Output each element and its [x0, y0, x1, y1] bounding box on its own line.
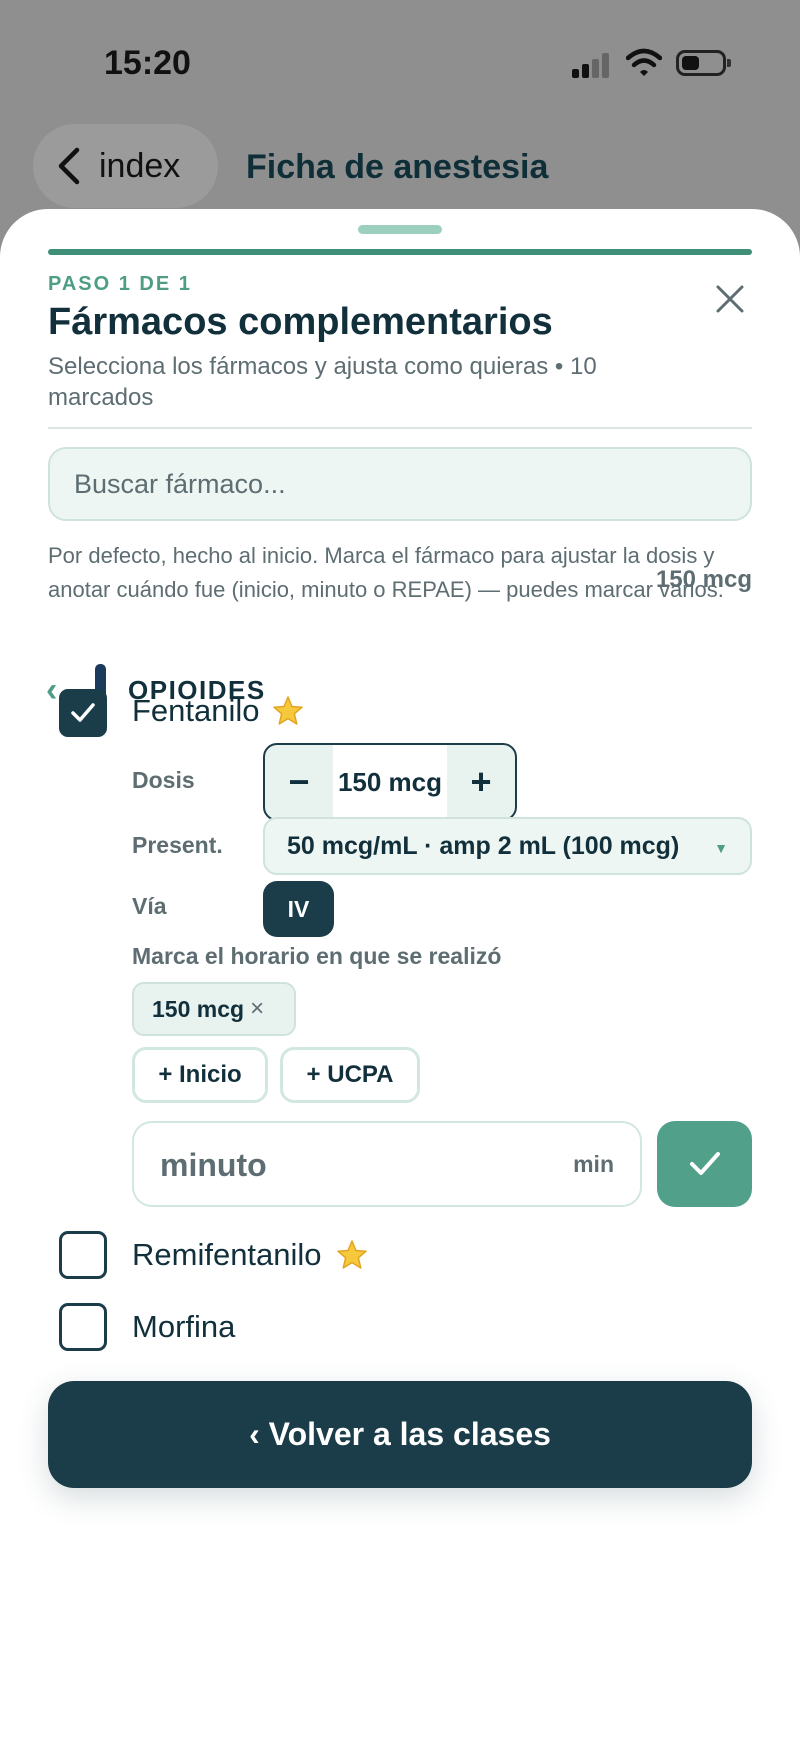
- drug-name: Remifentanilo: [132, 1237, 322, 1272]
- battery-icon: [676, 50, 731, 76]
- presentation-value: 50 mcg/mL · amp 2 mL (100 mcg): [287, 831, 680, 860]
- checkmark-icon: [689, 1152, 720, 1175]
- search-input[interactable]: [48, 447, 752, 521]
- dose-value: 150 mcg: [333, 745, 447, 819]
- confirm-minute-button[interactable]: [657, 1121, 752, 1207]
- drug-checkbox-fentanilo[interactable]: [59, 689, 107, 737]
- checkmark-icon: [71, 703, 95, 722]
- sheet-grabber[interactable]: [358, 225, 442, 234]
- remove-icon[interactable]: ×: [250, 995, 264, 1023]
- presentation-select[interactable]: 50 mcg/mL · amp 2 mL (100 mcg) ▼: [263, 817, 752, 875]
- wifi-icon: [626, 48, 662, 76]
- divider: [48, 427, 752, 429]
- drug-name: Fentanilo: [132, 693, 260, 728]
- chevron-left-icon: [58, 147, 80, 185]
- recorded-dose-chip[interactable]: 150 mcg ×: [132, 982, 296, 1036]
- dose-stepper: − 150 mcg +: [263, 743, 517, 821]
- back-button-label: index: [99, 146, 181, 185]
- sheet-title: Fármacos complementarios: [48, 301, 553, 343]
- minute-unit: min: [573, 1151, 614, 1177]
- decrement-button[interactable]: −: [265, 745, 333, 819]
- increment-button[interactable]: +: [447, 745, 515, 819]
- minute-input[interactable]: [158, 1123, 542, 1207]
- class-back-chevron-icon[interactable]: ‹: [46, 671, 57, 710]
- bottom-sheet: PASO 1 DE 1 Fármacos complementarios Sel…: [0, 209, 800, 1739]
- drug-checkbox-morfina[interactable]: [59, 1303, 107, 1351]
- page-title: Ficha de anestesia: [246, 148, 549, 186]
- sheet-subtitle: Selecciona los fármacos y ajusta como qu…: [48, 353, 597, 411]
- recorded-dose-label: 150 mcg: [152, 995, 245, 1022]
- back-to-classes-button[interactable]: ‹ Volver a las clases: [48, 1381, 752, 1488]
- drug-dose-summary: 150 mcg: [655, 566, 752, 593]
- step-progress-bar: [48, 249, 752, 255]
- close-icon[interactable]: [712, 281, 748, 317]
- drug-checkbox-remifentanilo[interactable]: [59, 1231, 107, 1279]
- dose-label: Dosis: [132, 767, 195, 793]
- route-label: Vía: [132, 893, 167, 919]
- add-start-button[interactable]: + Inicio: [132, 1047, 268, 1103]
- route-chip-iv[interactable]: IV: [263, 881, 334, 937]
- dropdown-caret-icon: ▼: [714, 840, 728, 856]
- star-icon: [273, 696, 303, 725]
- star-icon: [337, 1240, 367, 1269]
- minute-field: min: [132, 1121, 642, 1207]
- time-heading: Marca el horario en que se realizó: [132, 943, 502, 969]
- help-text: Por defecto, hecho al inicio. Marca el f…: [48, 543, 724, 602]
- cellular-signal-icon: [572, 52, 614, 78]
- drug-name: Morfina: [132, 1309, 236, 1344]
- status-time: 15:20: [104, 44, 191, 82]
- add-ucpa-button[interactable]: + UCPA: [280, 1047, 420, 1103]
- back-button[interactable]: index: [33, 124, 218, 208]
- presentation-label: Present.: [132, 832, 223, 858]
- step-label: PASO 1 DE 1: [48, 273, 192, 295]
